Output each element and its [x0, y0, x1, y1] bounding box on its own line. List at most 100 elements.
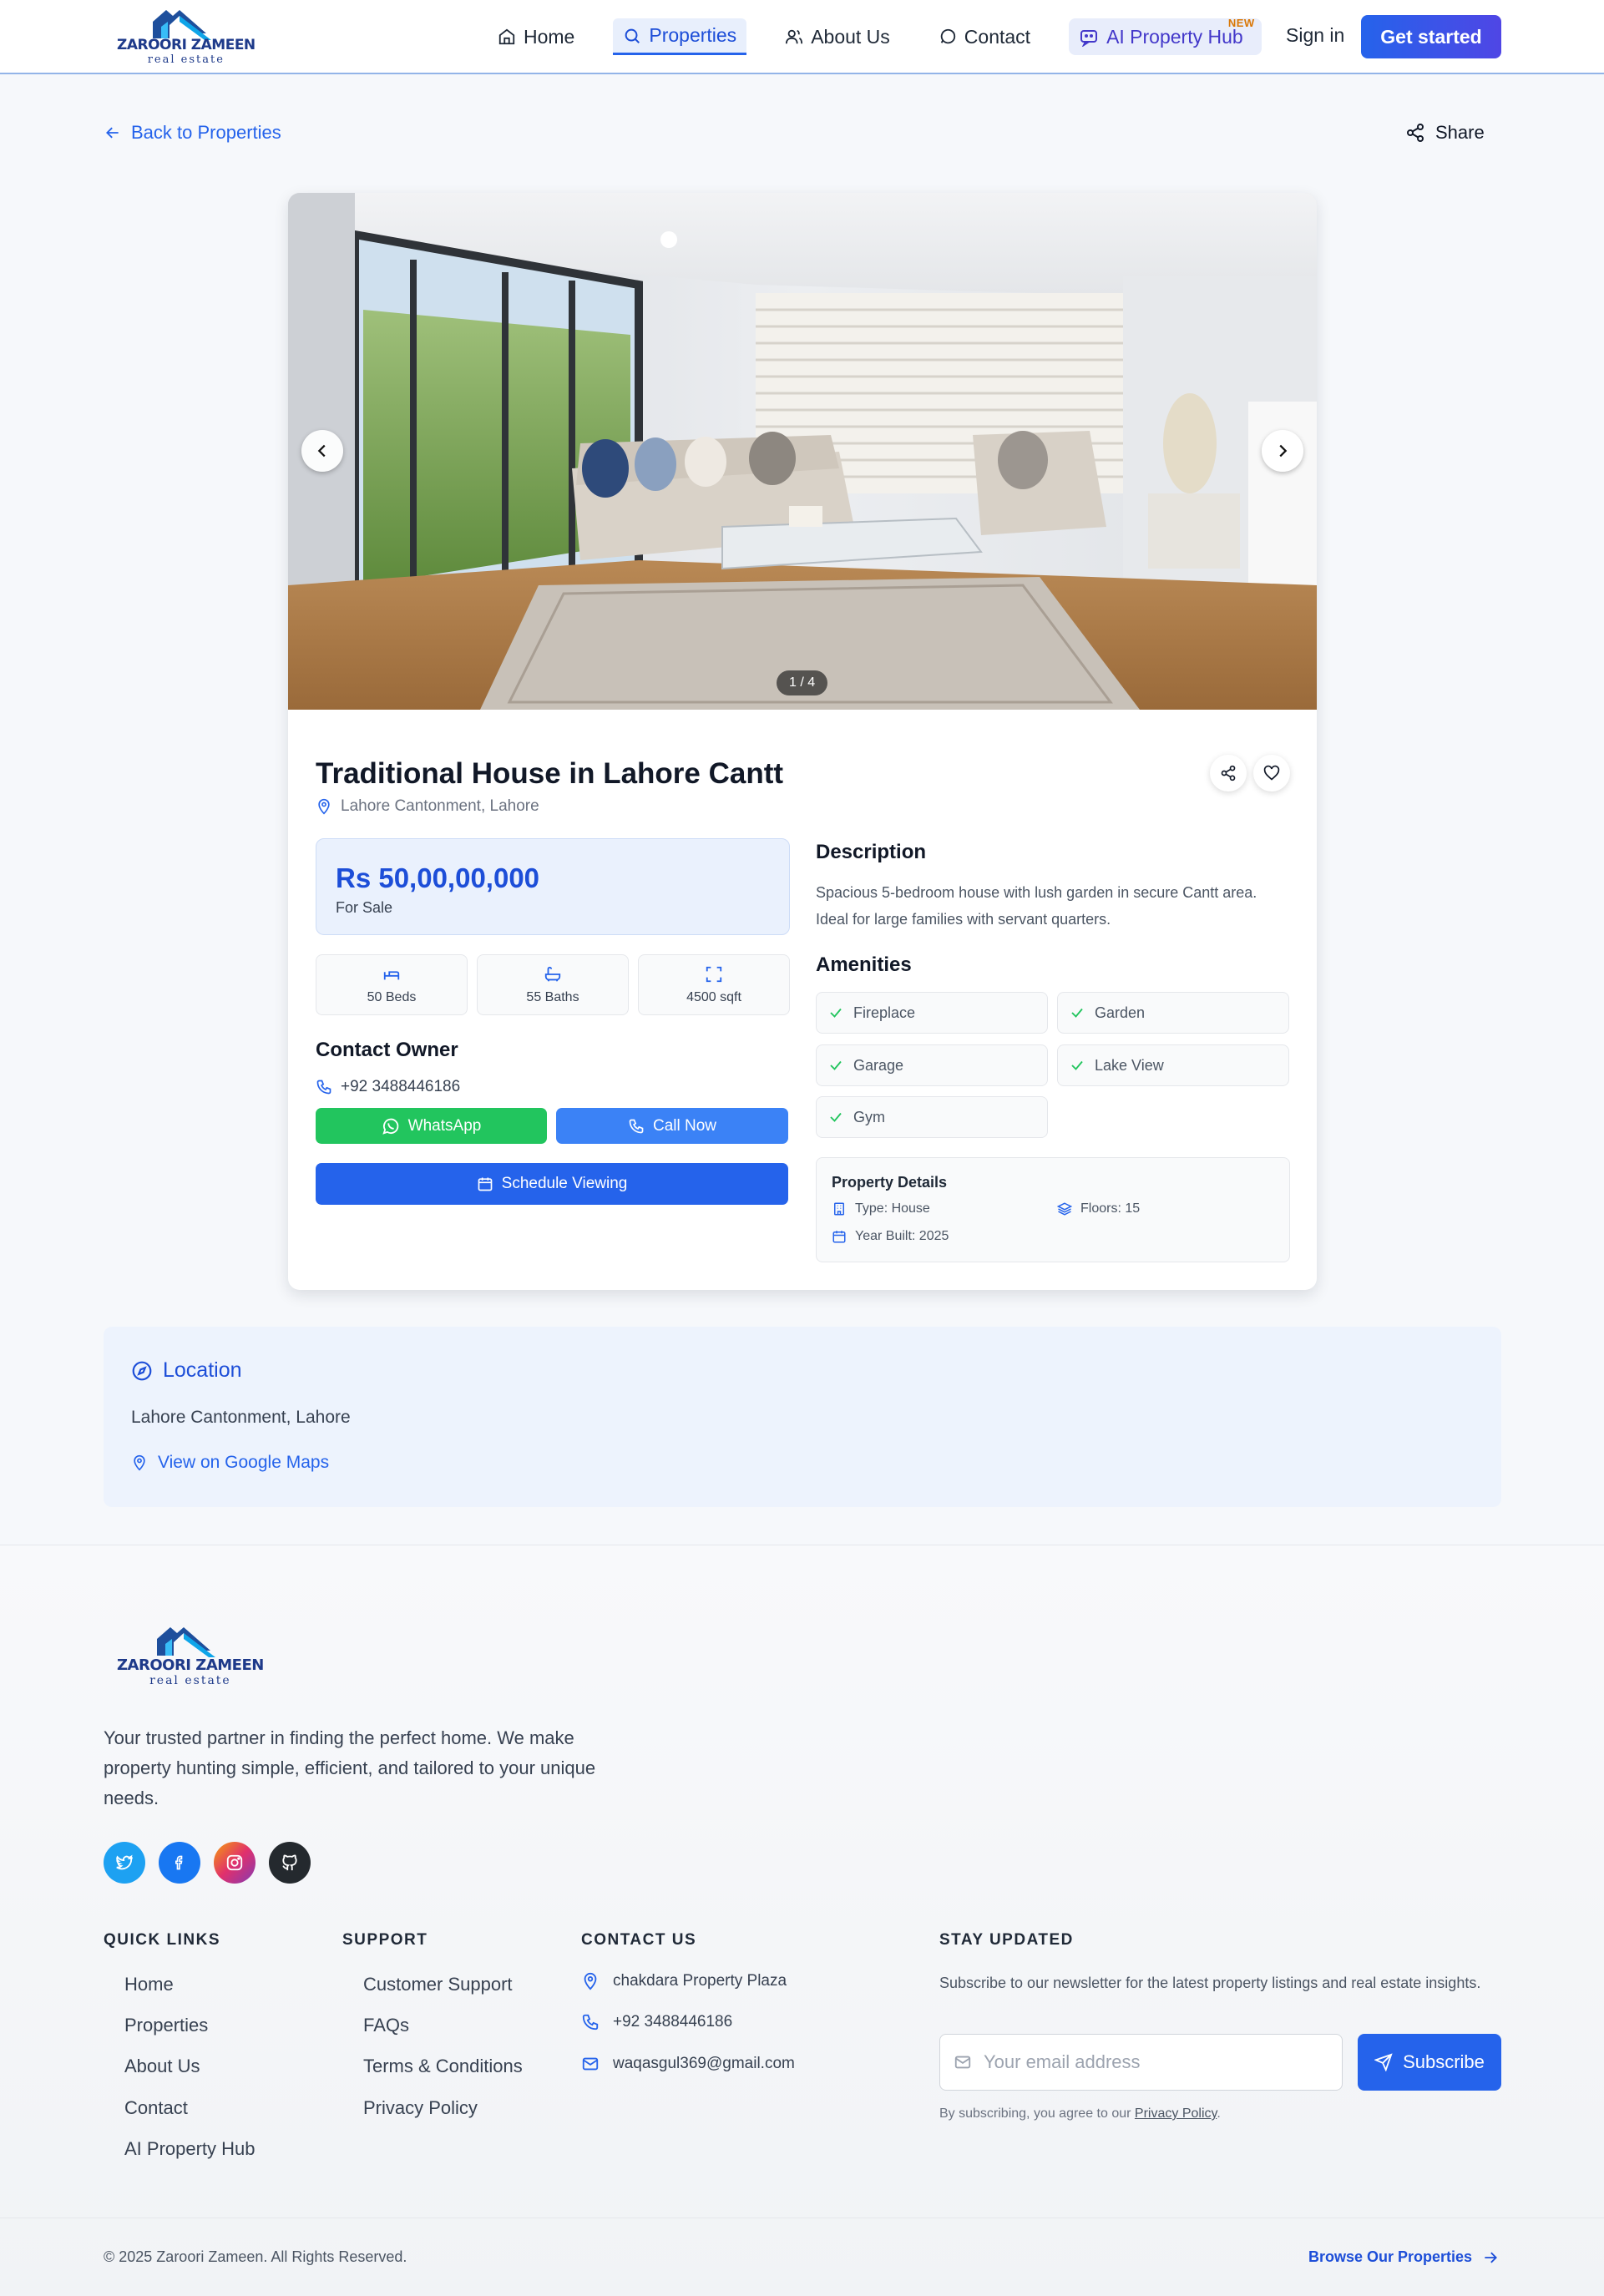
- browse-properties-link[interactable]: Browse Our Properties: [1308, 2248, 1499, 2266]
- nav-properties[interactable]: Properties: [613, 18, 747, 55]
- calendar-icon: [478, 1177, 492, 1191]
- house-logo-icon: [152, 10, 211, 40]
- nav-about[interactable]: About Us: [775, 18, 900, 55]
- mail-icon: [954, 2056, 971, 2069]
- newsletter-heading: STAY UPDATED: [939, 1931, 1074, 1949]
- map-pin-icon: [584, 1972, 597, 1990]
- contact-owner-heading: Contact Owner: [316, 1039, 458, 1061]
- phone-icon: [582, 2014, 599, 2030]
- arrow-left-icon: [106, 127, 119, 139]
- google-maps-link[interactable]: View on Google Maps: [131, 1453, 329, 1473]
- baths-stat: 55 Baths: [477, 954, 629, 1015]
- check-icon: [1071, 1060, 1083, 1070]
- amenity-label: Garden: [1095, 1004, 1146, 1021]
- property-floors: Floors: 15: [1057, 1201, 1140, 1216]
- bot-chat-icon: [1080, 30, 1098, 47]
- google-maps-label: View on Google Maps: [158, 1453, 330, 1472]
- whatsapp-button[interactable]: WhatsApp: [316, 1108, 547, 1144]
- instagram-link[interactable]: [214, 1842, 256, 1884]
- footer-link-customer-support[interactable]: Customer Support: [363, 1974, 513, 1995]
- newsletter-email-input[interactable]: Your email address: [939, 2034, 1343, 2091]
- sign-in-link[interactable]: Sign in: [1286, 24, 1344, 47]
- footer-logo[interactable]: ZAROORI ZAMEEN real estate: [117, 1620, 264, 1687]
- subscribe-button[interactable]: Subscribe: [1358, 2034, 1501, 2091]
- amenity-label: Fireplace: [853, 1004, 916, 1021]
- facebook-icon: [175, 1855, 183, 1870]
- favorite-button[interactable]: [1253, 755, 1290, 791]
- back-to-properties-link[interactable]: Back to Properties: [104, 122, 281, 144]
- twitter-link[interactable]: [104, 1842, 145, 1884]
- quick-links-heading: QUICK LINKS: [104, 1931, 220, 1949]
- listing-status: For Sale: [336, 899, 393, 916]
- users-icon: [786, 29, 803, 44]
- amenity-label: Gym: [853, 1108, 885, 1125]
- back-label: Back to Properties: [131, 122, 281, 143]
- footer-about-text: Your trusted partner in finding the perf…: [104, 1727, 596, 1808]
- new-badge: NEW: [1227, 17, 1255, 29]
- share-icon: [1407, 124, 1424, 142]
- chat-bubble-icon: [940, 28, 955, 44]
- github-icon: [282, 1854, 297, 1871]
- nav-ai-hub-label: AI Property Hub: [1106, 25, 1243, 48]
- share-icon: [1221, 765, 1236, 781]
- get-started-button[interactable]: Get started: [1361, 15, 1501, 58]
- footer-link-faqs[interactable]: FAQs: [363, 2015, 409, 2036]
- github-link[interactable]: [269, 1842, 311, 1884]
- house-logo-icon: [156, 1627, 215, 1657]
- footer-link-ai-hub[interactable]: AI Property Hub: [124, 2138, 256, 2160]
- email-placeholder: Your email address: [984, 2051, 1141, 2072]
- property-price: Rs 50,00,00,000: [336, 862, 540, 893]
- layers-icon: [1057, 1202, 1072, 1216]
- share-button[interactable]: Share: [1405, 122, 1485, 144]
- gallery-next-button[interactable]: [1262, 430, 1303, 472]
- brand-name: ZAROORI ZAMEEN: [117, 37, 256, 53]
- owner-phone-number: +92 3488446186: [341, 1078, 461, 1095]
- arrow-right-icon: [1485, 2252, 1498, 2263]
- amenity-item: Gym: [816, 1096, 1048, 1138]
- property-details-panel: Property Details Type: House Floors: 15 …: [816, 1157, 1290, 1262]
- bed-icon: [383, 970, 400, 979]
- footer-link-about[interactable]: About Us: [124, 2056, 200, 2077]
- footer-link-terms[interactable]: Terms & Conditions: [363, 2056, 523, 2077]
- price-panel: Rs 50,00,00,000 For Sale: [316, 838, 790, 935]
- amenity-item: Garden: [1057, 992, 1289, 1034]
- instagram-icon: [226, 1854, 243, 1871]
- contact-us-heading: CONTACT US: [581, 1931, 697, 1949]
- schedule-viewing-button[interactable]: Schedule Viewing: [316, 1163, 788, 1205]
- footer-email-text: waqasgul369@gmail.com: [613, 2055, 795, 2072]
- site-header: ZAROORI ZAMEEN real estate Home Properti…: [0, 0, 1604, 74]
- footer-link-properties[interactable]: Properties: [124, 2015, 208, 2036]
- area-stat: 4500 sqft: [638, 954, 790, 1015]
- share-property-button[interactable]: [1210, 755, 1247, 791]
- main-nav: Home Properties About Us Contact AI Prop…: [488, 15, 1262, 58]
- footer-phone[interactable]: +92 3488446186: [581, 2013, 732, 2031]
- compass-icon: [132, 1361, 152, 1380]
- whatsapp-label: WhatsApp: [407, 1116, 482, 1135]
- footer-link-home[interactable]: Home: [124, 1974, 174, 1995]
- chevron-left-icon: [317, 444, 326, 458]
- nav-contact[interactable]: Contact: [928, 18, 1040, 55]
- nav-home[interactable]: Home: [488, 18, 584, 55]
- expand-icon: [706, 966, 722, 982]
- property-year-built: Year Built: 2025: [832, 1229, 949, 1244]
- map-pin-icon: [318, 798, 330, 815]
- call-now-label: Call Now: [652, 1116, 717, 1135]
- gallery-prev-button[interactable]: [301, 430, 343, 472]
- footer-email[interactable]: waqasgul369@gmail.com: [581, 2055, 795, 2073]
- nav-ai-hub[interactable]: AI Property Hub NEW: [1069, 17, 1262, 55]
- footer-link-privacy[interactable]: Privacy Policy: [363, 2097, 478, 2119]
- footer-link-contact[interactable]: Contact: [124, 2097, 188, 2119]
- facebook-link[interactable]: [159, 1842, 200, 1884]
- heart-icon: [1263, 765, 1280, 781]
- brand-logo[interactable]: ZAROORI ZAMEEN real estate: [117, 5, 256, 66]
- twitter-icon: [116, 1854, 134, 1870]
- check-icon: [1071, 1008, 1083, 1018]
- newsletter-note-text: By subscribing, you agree to our: [939, 2106, 1131, 2121]
- property-image-gallery[interactable]: 1 / 4: [288, 193, 1317, 710]
- amenity-item: Fireplace: [816, 992, 1048, 1034]
- privacy-policy-link[interactable]: Privacy Policy: [1135, 2106, 1217, 2121]
- beds-stat: 50 Beds: [316, 954, 468, 1015]
- location-section: Location Lahore Cantonment, Lahore View …: [104, 1327, 1501, 1507]
- property-type-label: Type: House: [855, 1201, 930, 1216]
- call-now-button[interactable]: Call Now: [556, 1108, 788, 1144]
